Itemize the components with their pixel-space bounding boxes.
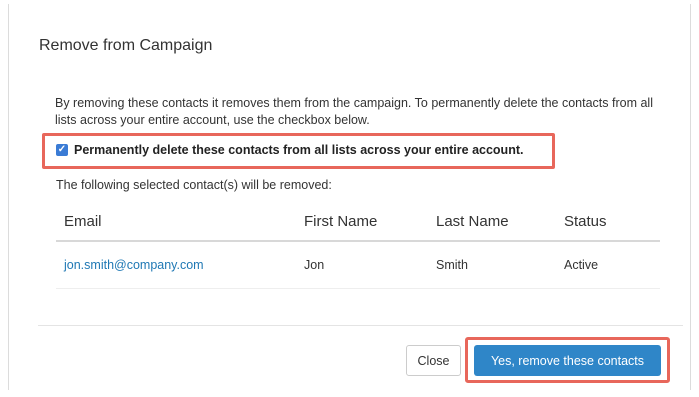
footer-divider bbox=[38, 325, 683, 326]
remove-from-campaign-dialog bbox=[8, 4, 691, 390]
dialog-description: By removing these contacts it removes th… bbox=[55, 96, 653, 127]
dialog-title: Remove from Campaign bbox=[39, 37, 213, 54]
table-row: jon.smith@company.com Jon Smith Active bbox=[56, 242, 660, 289]
selected-contacts-label: The following selected contact(s) will b… bbox=[56, 178, 332, 192]
close-button[interactable]: Close bbox=[406, 345, 461, 376]
confirm-remove-button[interactable]: Yes, remove these contacts bbox=[474, 345, 661, 376]
column-header-last-name: Last Name bbox=[436, 213, 509, 230]
permanent-delete-option[interactable]: ✓ Permanently delete these contacts from… bbox=[56, 143, 523, 157]
column-header-first-name: First Name bbox=[304, 213, 378, 230]
table-header: Email First Name Last Name Status bbox=[56, 206, 660, 242]
permanent-delete-checkbox[interactable]: ✓ bbox=[56, 144, 68, 156]
column-header-email: Email bbox=[64, 213, 102, 230]
permanent-delete-label[interactable]: Permanently delete these contacts from a… bbox=[74, 143, 523, 157]
column-header-status: Status bbox=[564, 213, 607, 230]
contact-status: Active bbox=[564, 258, 599, 272]
contact-last-name: Smith bbox=[436, 258, 468, 272]
contact-first-name: Jon bbox=[304, 258, 325, 272]
contacts-table: Email First Name Last Name Status jon.sm… bbox=[56, 206, 660, 289]
contact-email-link[interactable]: jon.smith@company.com bbox=[64, 258, 204, 272]
